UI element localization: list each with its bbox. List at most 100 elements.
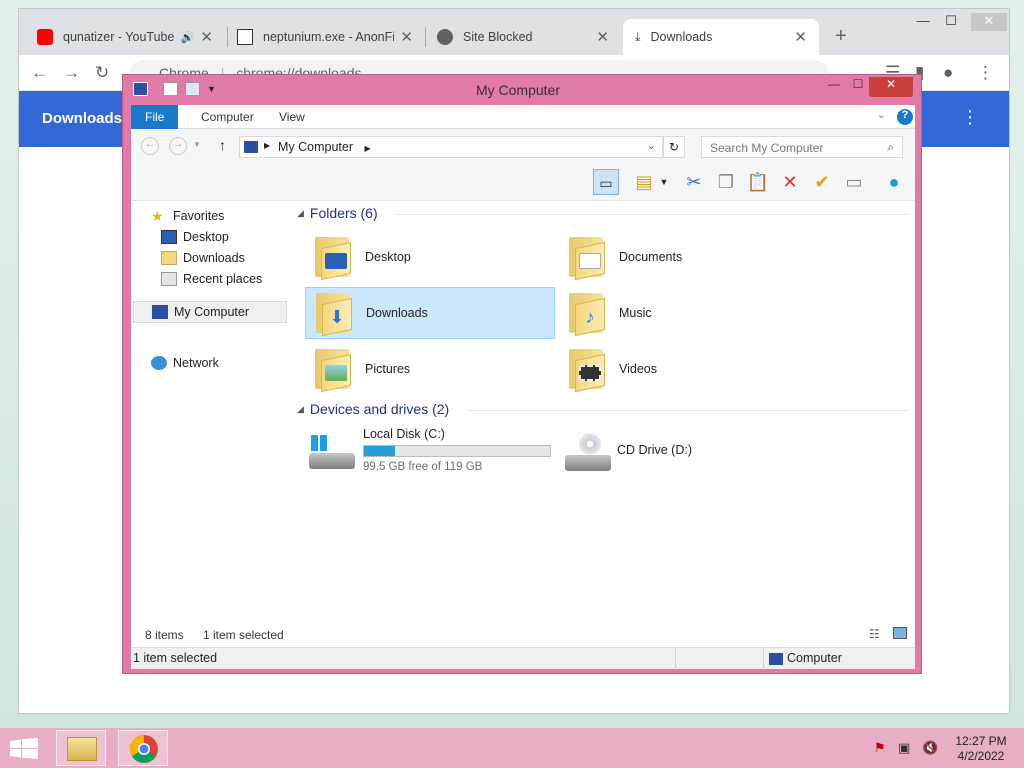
page-title: Downloads: [42, 110, 123, 127]
folder-item-documents[interactable]: Documents: [559, 231, 809, 283]
tab-site-blocked[interactable]: Site Blocked ✕: [425, 19, 621, 55]
folder-label: Downloads: [366, 306, 428, 320]
back-icon[interactable]: ←: [31, 63, 48, 83]
folder-item-music[interactable]: ♪ Music: [559, 287, 809, 339]
folder-item-videos[interactable]: Videos: [559, 343, 809, 395]
more-icon[interactable]: ⋮: [961, 107, 979, 128]
clock[interactable]: 12:27 PM 4/2/2022: [950, 734, 1012, 764]
pictures-folder-icon: [311, 347, 355, 393]
copy-icon[interactable]: ❐: [713, 169, 739, 195]
folder-label: Desktop: [365, 250, 411, 264]
nav-downloads[interactable]: Downloads: [161, 248, 245, 268]
desktop-icon: [161, 230, 177, 244]
menu-icon[interactable]: ⋮: [977, 63, 994, 83]
nav-desktop[interactable]: Desktop: [161, 227, 229, 247]
folders-group-header[interactable]: ◢ Folders (6): [297, 205, 909, 221]
tab-strip: qunatizer - YouTube 🔊 ✕ neptunium.exe - …: [19, 9, 1009, 55]
large-icons-view-icon[interactable]: [893, 627, 907, 639]
chevron-down-icon[interactable]: ⌄: [877, 110, 885, 121]
maximize-button[interactable]: ☐: [847, 77, 869, 97]
folder-item-pictures[interactable]: Pictures: [305, 343, 555, 395]
up-arrow-icon[interactable]: ↑: [219, 137, 226, 153]
computer-icon: [769, 653, 783, 665]
new-tab-button[interactable]: +: [835, 25, 847, 48]
collapse-icon[interactable]: ◢: [297, 208, 304, 219]
youtube-icon: [37, 29, 53, 45]
paste-icon[interactable]: 📋: [745, 169, 771, 195]
collapse-icon[interactable]: ◢: [297, 404, 304, 415]
forward-icon[interactable]: →: [63, 63, 80, 83]
folder-item-desktop[interactable]: Desktop: [305, 231, 555, 283]
cut-icon[interactable]: ✂: [681, 169, 707, 195]
group-title: Devices and drives (2): [309, 401, 450, 417]
tab-youtube[interactable]: qunatizer - YouTube 🔊 ✕: [25, 19, 225, 55]
status-bar: 1 item selected Computer: [131, 647, 915, 670]
nav-network[interactable]: Network: [151, 353, 219, 373]
tab-file[interactable]: File: [131, 105, 179, 129]
tab-title: Site Blocked: [463, 30, 533, 44]
chevron-down-icon[interactable]: ⌄: [647, 139, 656, 152]
close-icon[interactable]: ✕: [794, 28, 807, 46]
star-icon: ★: [151, 208, 164, 224]
clock-time: 12:27 PM: [955, 734, 1007, 748]
drive-item-c[interactable]: [305, 501, 555, 553]
drive-item-cd[interactable]: CD Drive (D:): [559, 427, 809, 479]
reload-icon[interactable]: ↻: [95, 63, 109, 83]
nav-my-computer[interactable]: My Computer: [133, 301, 287, 323]
chevron-right-icon[interactable]: ▶: [264, 141, 270, 150]
action-center-icon[interactable]: ⚑: [874, 740, 892, 756]
nav-label: Network: [173, 356, 219, 370]
profile-icon[interactable]: ●: [943, 63, 953, 83]
speaker-icon[interactable]: 🔊: [181, 31, 195, 44]
explorer-window: ▼ My Computer — ☐ ✕ File Computer View ⌄…: [122, 74, 922, 674]
recent-chevron-icon[interactable]: ▼: [193, 140, 201, 149]
taskbar-explorer[interactable]: [56, 730, 106, 766]
volume-muted-icon[interactable]: 🔇: [922, 740, 940, 756]
forward-icon[interactable]: →: [169, 137, 187, 155]
close-button[interactable]: ✕: [971, 13, 1007, 31]
tab-computer[interactable]: Computer: [187, 105, 268, 129]
explorer-titlebar[interactable]: ▼ My Computer — ☐ ✕: [123, 75, 921, 105]
clock-date: 4/2/2022: [957, 749, 1005, 763]
taskbar: ⚑ ▣ 🔇 12:27 PM 4/2/2022: [0, 728, 1024, 768]
minimize-button[interactable]: —: [909, 13, 937, 31]
close-button[interactable]: ✕: [869, 77, 913, 97]
chevron-right-icon[interactable]: ▶: [365, 144, 371, 153]
search-input[interactable]: Search My Computer ⌕: [701, 136, 903, 158]
checkmark-icon[interactable]: ✔: [809, 169, 835, 195]
devices-group-header[interactable]: ◢ Devices and drives (2): [297, 401, 909, 417]
nav-recent-places[interactable]: Recent places: [161, 269, 262, 289]
documents-folder-icon: [565, 235, 609, 281]
maximize-button[interactable]: ☐: [937, 13, 965, 31]
properties-icon[interactable]: ▤: [631, 169, 657, 195]
address-field[interactable]: ▶ My Computer ▶ ⌄: [239, 136, 663, 158]
drive-item-local-disk[interactable]: Local Disk (C:) 99.5 GB free of 119 GB: [305, 427, 555, 479]
taskbar-chrome[interactable]: [118, 730, 168, 766]
refresh-icon[interactable]: ↻: [663, 136, 685, 158]
nav-label: Recent places: [183, 272, 263, 286]
start-button[interactable]: [10, 738, 38, 760]
back-icon[interactable]: ←: [141, 137, 159, 155]
close-icon[interactable]: ✕: [400, 28, 413, 46]
network-tray-icon[interactable]: ▣: [898, 740, 916, 756]
chevron-down-icon[interactable]: ▼: [657, 169, 671, 195]
tab-view[interactable]: View: [265, 105, 319, 129]
tab-anonfiles[interactable]: neptunium.exe - AnonFile ✕: [225, 19, 425, 55]
details-view-icon[interactable]: ☷: [869, 627, 880, 641]
delete-icon[interactable]: ✕: [777, 169, 803, 195]
tab-downloads[interactable]: ⤓ Downloads ✕: [623, 19, 819, 55]
folder-item-downloads[interactable]: ⬇ Downloads: [305, 287, 555, 339]
nav-favorites[interactable]: ★ Favorites: [151, 206, 224, 226]
computer-icon: [152, 305, 168, 319]
desktop-folder-icon: [311, 235, 355, 281]
tab-title: Downloads: [650, 30, 713, 44]
preview-pane-icon[interactable]: ▭: [593, 169, 619, 195]
folder-label: Pictures: [365, 362, 411, 376]
close-icon[interactable]: ✕: [596, 28, 609, 46]
globe-icon[interactable]: ●: [881, 169, 907, 195]
address-bar: ← → ▼ ↑ ▶ My Computer ▶ ⌄ ↻ Search My Co…: [131, 129, 915, 163]
help-icon[interactable]: ?: [897, 109, 913, 125]
rename-icon[interactable]: ▭: [841, 169, 867, 195]
minimize-button[interactable]: —: [823, 77, 845, 97]
close-icon[interactable]: ✕: [200, 28, 213, 46]
